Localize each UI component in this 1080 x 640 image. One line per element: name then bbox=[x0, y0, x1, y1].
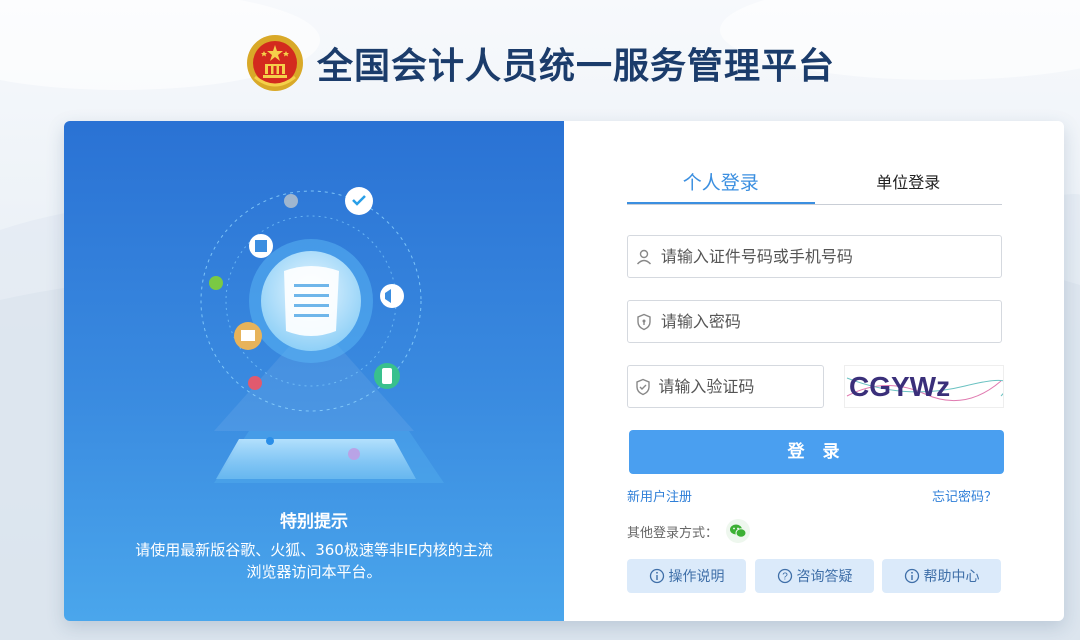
help-center-label: 帮助中心 bbox=[923, 569, 980, 585]
info-icon bbox=[649, 568, 664, 584]
page-title: 全国会计人员统一服务管理平台 bbox=[316, 46, 835, 87]
question-icon: ? bbox=[777, 568, 792, 584]
id-field bbox=[627, 235, 1002, 278]
captcha-image[interactable]: CGYWz bbox=[844, 365, 1009, 408]
captcha-text: CGYWz bbox=[849, 371, 950, 402]
consultation-label: 咨询答疑 bbox=[796, 569, 853, 585]
login-form: 个人登录 单位登录 CGYWz bbox=[564, 121, 1064, 621]
tip-text: 请使用最新版谷歌、火狐、360极速等非IE内核的主流浏览器访问本平台。 bbox=[135, 541, 493, 581]
login-button[interactable]: 登 录 bbox=[629, 430, 1004, 474]
info-icon bbox=[904, 568, 919, 584]
other-login-label: 其他登录方式： bbox=[627, 525, 719, 541]
operation-guide-label: 操作说明 bbox=[668, 569, 725, 585]
password-field bbox=[627, 300, 1002, 343]
login-card: 特别提示 请使用最新版谷歌、火狐、360极速等非IE内核的主流浏览器访问本平台。… bbox=[64, 121, 1064, 621]
user-icon bbox=[628, 248, 661, 266]
svg-text:?: ? bbox=[782, 572, 788, 583]
consultation-button[interactable]: ? 咨询答疑 bbox=[755, 559, 874, 593]
operation-guide-button[interactable]: 操作说明 bbox=[627, 559, 746, 593]
captcha-graphic: CGYWz bbox=[846, 371, 1009, 402]
national-emblem-icon bbox=[246, 35, 303, 91]
shield-check-icon bbox=[628, 378, 658, 396]
tip-title: 特别提示 bbox=[280, 512, 348, 532]
help-center-button[interactable]: 帮助中心 bbox=[882, 559, 1001, 593]
password-input[interactable] bbox=[660, 312, 1001, 331]
info-panel: 特别提示 请使用最新版谷歌、火狐、360极速等非IE内核的主流浏览器访问本平台。 bbox=[64, 121, 564, 621]
captcha-field bbox=[627, 365, 824, 408]
other-login-methods: 其他登录方式： bbox=[627, 519, 751, 543]
login-tabs: 个人登录 单位登录 bbox=[627, 161, 1002, 205]
captcha-input[interactable] bbox=[658, 377, 823, 396]
site-header: 全国会计人员统一服务管理平台 bbox=[0, 28, 1080, 98]
wechat-icon[interactable] bbox=[726, 519, 751, 543]
shield-icon bbox=[628, 313, 661, 331]
tab-organization-login[interactable]: 单位登录 bbox=[815, 161, 1003, 204]
platform-illustration bbox=[200, 187, 444, 483]
id-input[interactable] bbox=[660, 247, 1001, 266]
register-link[interactable]: 新用户注册 bbox=[627, 486, 692, 505]
tab-personal-login[interactable]: 个人登录 bbox=[627, 161, 815, 204]
forgot-password-link[interactable]: 忘记密码？ bbox=[932, 486, 997, 505]
